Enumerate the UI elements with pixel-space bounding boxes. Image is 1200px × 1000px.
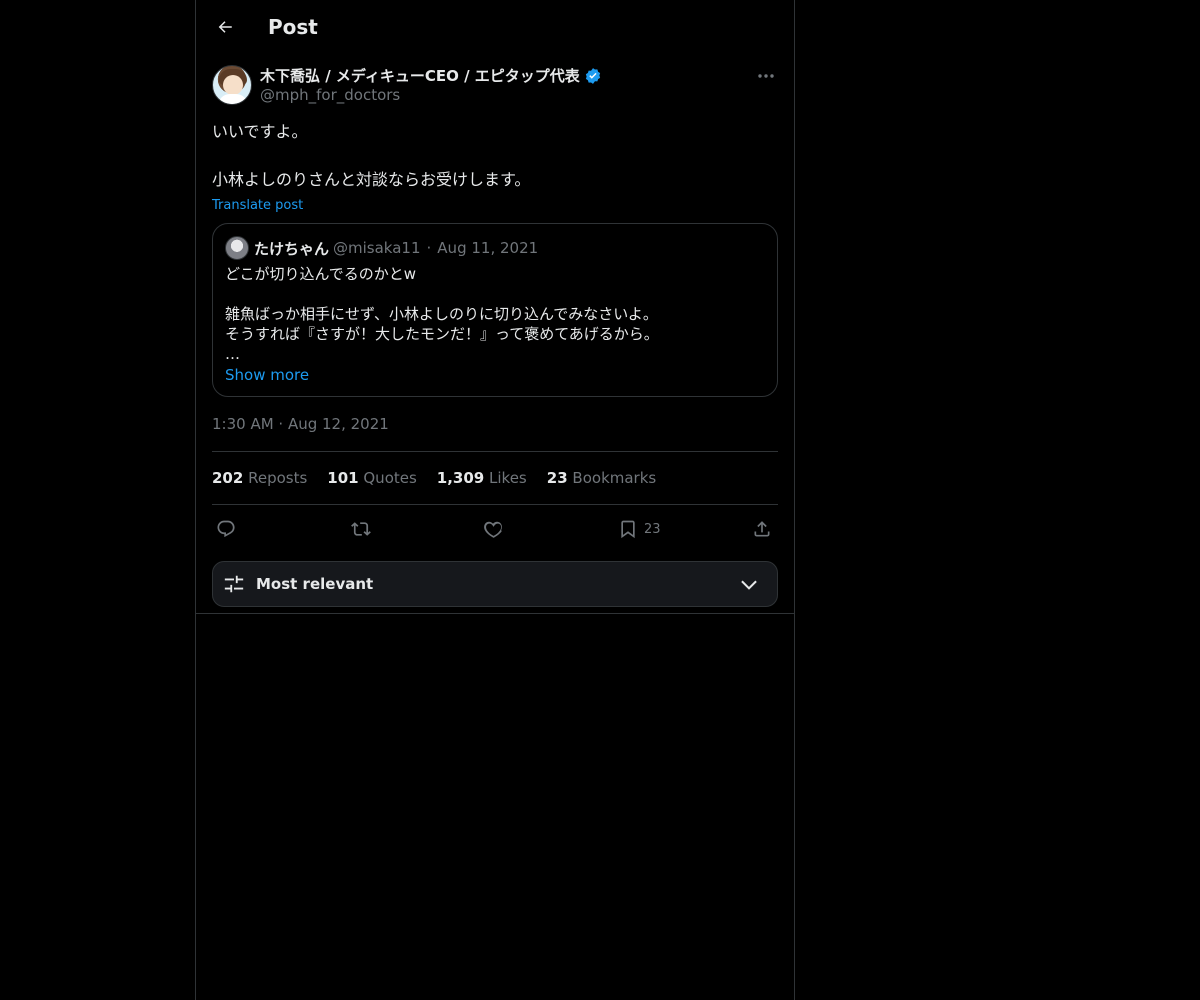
share-icon	[754, 521, 770, 537]
stat-quotes[interactable]: 101 Quotes	[327, 469, 417, 487]
post: 木下喬弘 / メディキューCEO / エピタップ代表 @mph_for_doct…	[212, 64, 778, 607]
author-handle[interactable]: @mph_for_doctors	[260, 86, 400, 104]
quoted-handle: @misaka11	[333, 239, 421, 257]
author-name-line: 木下喬弘 / メディキューCEO / エピタップ代表	[260, 65, 602, 86]
more-dots-icon	[758, 74, 774, 78]
quoted-separator: ·	[426, 239, 432, 257]
post-text: いいですよ。 小林よしのりさんと対談ならお受けします。	[212, 122, 531, 189]
repost-button[interactable]	[350, 517, 372, 541]
more-options-button[interactable]	[754, 64, 778, 88]
share-button[interactable]	[752, 517, 772, 541]
translate-post-link[interactable]: Translate post	[212, 198, 303, 213]
heart-icon	[484, 521, 502, 538]
sort-label: Most relevant	[256, 575, 374, 593]
quoted-avatar	[225, 236, 249, 260]
post-timestamp[interactable]: 1:30 AM · Aug 12, 2021	[212, 415, 778, 435]
reply-sort-dropdown[interactable]: Most relevant	[212, 561, 778, 607]
show-more-link[interactable]: Show more	[225, 366, 765, 384]
post-author: 木下喬弘 / メディキューCEO / エピタップ代表 @mph_for_doct…	[212, 64, 778, 108]
bookmark-button[interactable]: 23	[618, 517, 661, 541]
quoted-text: どこが切り込んでるのかとw 雑魚ばっか相手にせず、小林よしのりに切り込んでみなさ…	[225, 265, 659, 363]
repost-icon	[351, 522, 371, 536]
quoted-post-header: たけちゃん @misaka11 · Aug 11, 2021	[225, 236, 765, 260]
quoted-display-name: たけちゃん	[254, 239, 330, 258]
reply-icon	[217, 520, 235, 538]
page-header: Post	[196, 0, 794, 54]
main-column: Post 木下喬弘 / メディキューCEO / エピタップ代表 @mph_for…	[195, 0, 795, 1000]
author-display-name[interactable]: 木下喬弘 / メディキューCEO / エピタップ代表	[260, 65, 580, 86]
stat-bookmarks[interactable]: 23 Bookmarks	[547, 469, 656, 487]
reply-button[interactable]	[216, 517, 236, 541]
action-bar: 23	[212, 505, 778, 553]
bookmark-icon	[621, 520, 635, 539]
stat-reposts[interactable]: 202 Reposts	[212, 469, 307, 487]
verified-badge-icon	[585, 67, 600, 84]
bookmark-count: 23	[644, 521, 661, 537]
back-button[interactable]	[212, 14, 238, 40]
quoted-date: Aug 11, 2021	[437, 239, 539, 257]
sliders-icon	[224, 575, 244, 593]
page-title: Post	[268, 15, 318, 39]
post-stats: 202 Reposts 101 Quotes 1,309 Likes 23 Bo…	[212, 452, 778, 504]
like-button[interactable]	[484, 517, 504, 541]
chevron-down-icon	[741, 580, 757, 590]
stat-likes[interactable]: 1,309 Likes	[437, 469, 527, 487]
avatar[interactable]	[212, 65, 252, 105]
quoted-post[interactable]: たけちゃん @misaka11 · Aug 11, 2021 どこが切り込んでる…	[212, 223, 778, 397]
arrow-left-icon	[218, 21, 232, 33]
divider	[196, 613, 794, 614]
